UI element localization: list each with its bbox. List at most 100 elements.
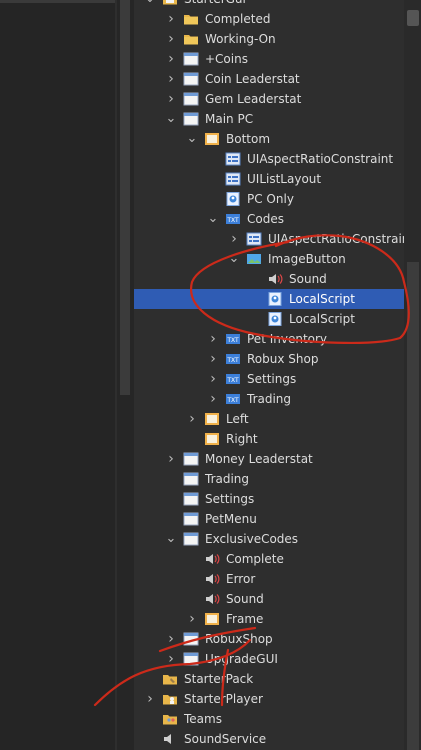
expand-arrow-icon[interactable]: ›: [165, 451, 177, 467]
tree-item[interactable]: Sound: [134, 589, 404, 609]
tree-item[interactable]: LocalScript: [134, 289, 404, 309]
uiconstraint-icon: [225, 152, 241, 166]
tree-item[interactable]: › UIAspectRatioConstrain: [134, 229, 404, 249]
tree-item[interactable]: UIAspectRatioConstraint: [134, 149, 404, 169]
tree-item[interactable]: Trading: [134, 469, 404, 489]
tree-item[interactable]: › +Coins: [134, 49, 404, 69]
tree-item[interactable]: › Gem Leaderstat: [134, 89, 404, 109]
explorer-scrollbar[interactable]: [404, 0, 421, 750]
tree-item[interactable]: LocalScript: [134, 309, 404, 329]
expand-arrow-icon[interactable]: ›: [207, 331, 219, 347]
expand-arrow-icon[interactable]: ›: [228, 231, 240, 247]
screengui-icon: [183, 532, 199, 546]
expand-arrow-icon[interactable]: ›: [165, 651, 177, 667]
tree-item[interactable]: SoundService: [134, 729, 404, 749]
tree-item[interactable]: › TXT Robux Shop: [134, 349, 404, 369]
tree-item-label: UIListLayout: [247, 172, 322, 186]
expand-arrow-icon[interactable]: ›: [186, 411, 198, 427]
expand-arrow-icon[interactable]: ›: [165, 31, 177, 47]
tree-item-label: Complete: [226, 552, 284, 566]
textbutton-icon: TXT: [225, 392, 241, 406]
tree-item[interactable]: ⌄ Main PC: [134, 109, 404, 129]
tree-item-label: Gem Leaderstat: [205, 92, 302, 106]
expand-arrow-icon[interactable]: ›: [144, 691, 156, 707]
tree-item[interactable]: Error: [134, 569, 404, 589]
collapse-arrow-icon[interactable]: ⌄: [207, 212, 219, 225]
tree-item[interactable]: ⌄ Bottom: [134, 129, 404, 149]
tree-item[interactable]: ⌄ TXT Codes: [134, 209, 404, 229]
tree-item-label: Completed: [205, 12, 271, 26]
tree-item[interactable]: › TXT Settings: [134, 369, 404, 389]
tree-item[interactable]: › RobuxShop: [134, 629, 404, 649]
expand-arrow-icon[interactable]: ›: [165, 91, 177, 107]
tree-item[interactable]: ⌄ ImageButton: [134, 249, 404, 269]
tree-item[interactable]: PC Only: [134, 189, 404, 209]
expand-arrow-icon[interactable]: ›: [207, 391, 219, 407]
tree-item[interactable]: › Left: [134, 409, 404, 429]
tree-item[interactable]: Teams: [134, 709, 404, 729]
tree-item-label: Frame: [226, 612, 264, 626]
collapse-arrow-icon[interactable]: ⌄: [165, 532, 177, 545]
tree-arrow-spacer: [249, 293, 261, 305]
sound-icon: [267, 272, 283, 286]
tree-arrow-spacer: [165, 513, 177, 525]
svg-text:TXT: TXT: [226, 357, 239, 364]
tree-item-label: Left: [226, 412, 249, 426]
tree-arrow-spacer: [207, 173, 219, 185]
sound-icon: [204, 592, 220, 606]
expand-arrow-icon[interactable]: ›: [207, 351, 219, 367]
tree-item[interactable]: › Working-On: [134, 29, 404, 49]
tree-arrow-spacer: [249, 273, 261, 285]
expand-arrow-icon[interactable]: ›: [165, 71, 177, 87]
left-scrollbar-thumb[interactable]: [120, 0, 130, 395]
tree-arrow-spacer: [144, 733, 156, 745]
svg-text:TXT: TXT: [226, 377, 239, 384]
tree-arrow-spacer: [186, 553, 198, 565]
explorer-scrollbar-track[interactable]: [407, 262, 419, 750]
tree-item[interactable]: PetMenu: [134, 509, 404, 529]
tree-item-label: Main PC: [205, 112, 254, 126]
svg-text:TXT: TXT: [226, 397, 239, 404]
tree-item-label: UIAspectRatioConstraint: [247, 152, 394, 166]
expand-arrow-icon[interactable]: ›: [165, 11, 177, 27]
tree-item[interactable]: › Frame: [134, 609, 404, 629]
collapse-arrow-icon[interactable]: ⌄: [165, 112, 177, 125]
screengui-icon: [183, 632, 199, 646]
tree-item[interactable]: UIListLayout: [134, 169, 404, 189]
screengui-icon: [183, 52, 199, 66]
left-panel-scrollbar[interactable]: [117, 0, 134, 750]
tree-item[interactable]: ⌄ StarterGui: [134, 0, 404, 9]
tree-item-label: Settings: [205, 492, 255, 506]
expand-arrow-icon[interactable]: ›: [165, 51, 177, 67]
tree-item[interactable]: › Money Leaderstat: [134, 449, 404, 469]
tree-item[interactable]: › Completed: [134, 9, 404, 29]
collapse-arrow-icon[interactable]: ⌄: [144, 0, 156, 5]
tree-item[interactable]: StarterPack: [134, 669, 404, 689]
tree-item-label: Working-On: [205, 32, 276, 46]
collapse-arrow-icon[interactable]: ⌄: [228, 252, 240, 265]
sound-icon: [204, 552, 220, 566]
left-panel: [0, 0, 115, 750]
tree-item[interactable]: › StarterPlayer: [134, 689, 404, 709]
tree-item[interactable]: › UpgradeGUI: [134, 649, 404, 669]
expand-arrow-icon[interactable]: ›: [186, 611, 198, 627]
tree-item[interactable]: Complete: [134, 549, 404, 569]
tree-item[interactable]: Right: [134, 429, 404, 449]
tree-item-label: Teams: [184, 712, 222, 726]
collapse-arrow-icon[interactable]: ⌄: [186, 132, 198, 145]
tree-item-label: PC Only: [247, 192, 294, 206]
tree-item[interactable]: Sound: [134, 269, 404, 289]
imagebutton-icon: [246, 252, 262, 266]
expand-arrow-icon[interactable]: ›: [207, 371, 219, 387]
tree-item[interactable]: ⌄ ExclusiveCodes: [134, 529, 404, 549]
tree-item[interactable]: › TXT Pet Inventory: [134, 329, 404, 349]
tree-item[interactable]: › TXT Trading: [134, 389, 404, 409]
localscript-icon: [225, 192, 241, 206]
teams-icon: [162, 712, 178, 726]
frame-icon: [204, 612, 220, 626]
tree-item[interactable]: › Coin Leaderstat: [134, 69, 404, 89]
tree-arrow-spacer: [144, 713, 156, 725]
expand-arrow-icon[interactable]: ›: [165, 631, 177, 647]
explorer-scrollbar-thumb[interactable]: [407, 10, 419, 26]
tree-item[interactable]: Settings: [134, 489, 404, 509]
